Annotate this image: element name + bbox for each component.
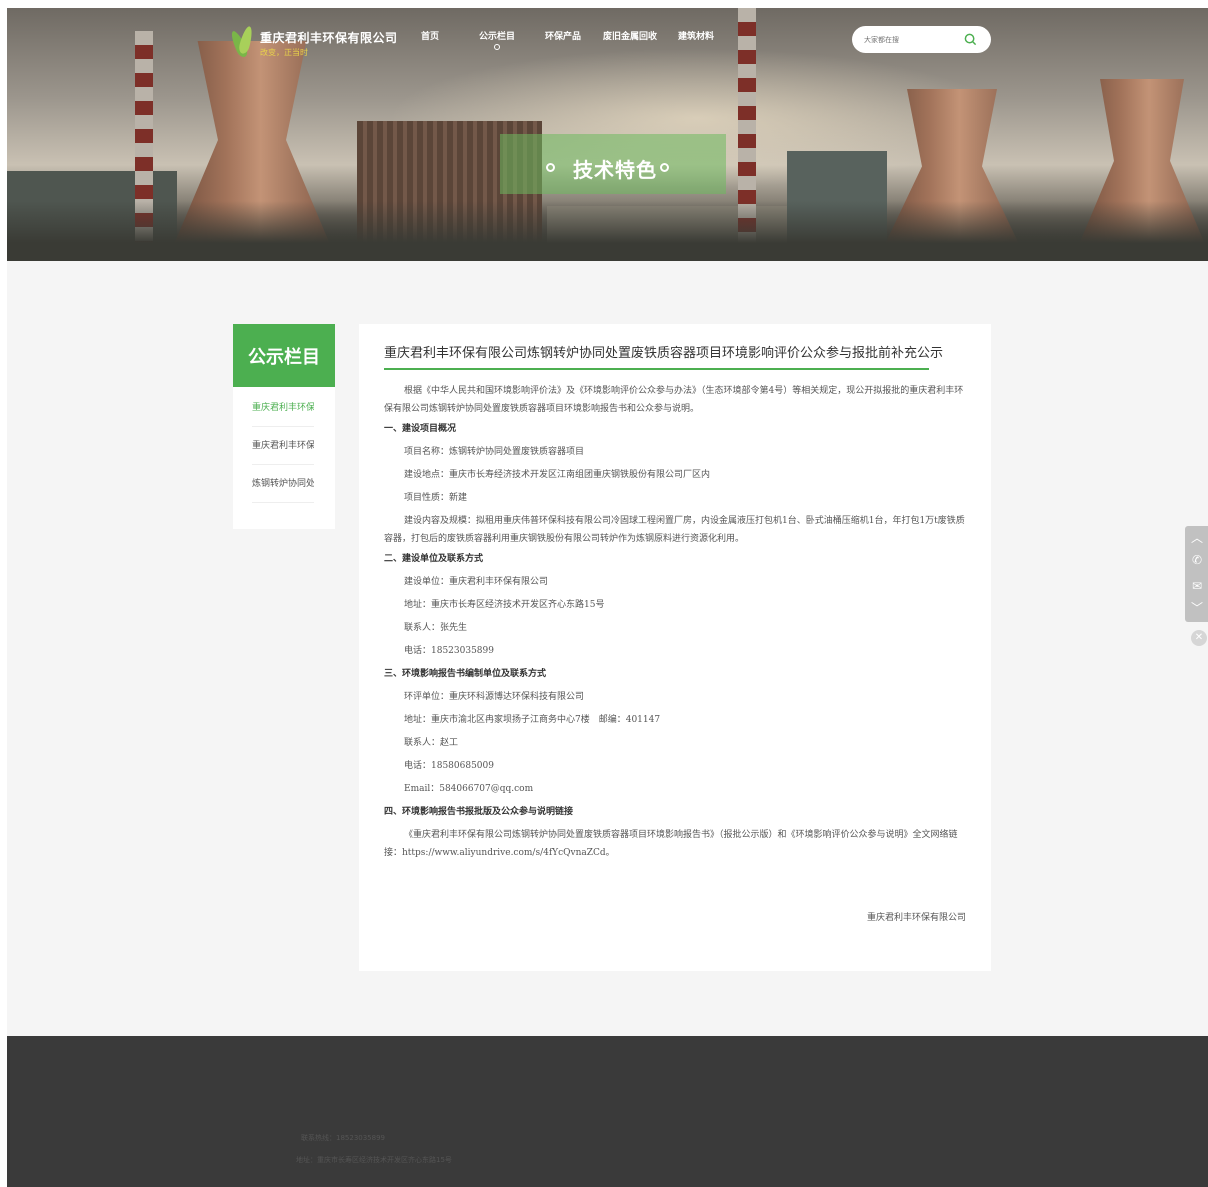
builder-contact: 联系人：张先生	[404, 623, 468, 633]
leaf-logo-icon	[228, 25, 255, 60]
eia-phone: 电话：18580685009	[404, 761, 494, 771]
article: 重庆君利丰环保有限公司炼钢转炉协同处置废铁质容器项目环境影响评价公众参与报批前补…	[359, 324, 991, 971]
project-name: 项目名称：炼钢转炉协同处置废铁质容器项目	[404, 447, 585, 457]
section-heading: 一、建设项目概况	[384, 424, 457, 434]
eia-email[interactable]: Email：584066707@qq.com	[384, 778, 969, 801]
project-nature: 项目性质：新建	[404, 493, 468, 503]
arrow-up-icon[interactable]: ︿	[1189, 530, 1205, 546]
builder-phone: 电话：18523035899	[404, 646, 494, 656]
section-heading: 三、环境影响报告书编制单位及联系方式	[384, 669, 547, 679]
builder-unit: 建设单位：重庆君利丰环保有限公司	[404, 577, 549, 587]
article-body: 根据《中华人民共和国环境影响评价法》及《环境影响评价公众参与办法》（生态环境部令…	[384, 382, 969, 862]
ring-icon	[660, 163, 669, 172]
banner-ground	[7, 201, 1208, 261]
page: 重庆君利丰环保有限公司 改变，正当时 首页 公示栏目 环保产品 废旧金属回收 建…	[7, 8, 1208, 1187]
floating-contact-bar: ︿ ✆ ✉ ﹀	[1185, 526, 1208, 622]
intro-paragraph: 根据《中华人民共和国环境影响评价法》及《环境影响评价公众参与办法》（生态环境部令…	[384, 386, 964, 414]
nav-building-materials[interactable]: 建筑材料	[678, 29, 738, 42]
eia-unit: 环评单位：重庆环科源博达环保科技有限公司	[404, 692, 585, 702]
arrow-down-icon[interactable]: ﹀	[1189, 600, 1205, 616]
sidebar-heading: 公示栏目	[233, 324, 335, 387]
site-logo[interactable]: 重庆君利丰环保有限公司 改变，正当时	[228, 25, 398, 60]
article-title: 重庆君利丰环保有限公司炼钢转炉协同处置废铁质容器项目环境影响评价公众参与报批前补…	[384, 346, 944, 361]
title-underline	[384, 368, 929, 370]
footer-hotline: 联系热线：18523035899	[301, 1134, 385, 1142]
section-heading: 二、建设单位及联系方式	[384, 554, 484, 564]
company-slogan: 改变，正当时	[260, 47, 308, 57]
company-name: 重庆君利丰环保有限公司	[260, 30, 398, 45]
main-nav: 首页 公示栏目 环保产品 废旧金属回收 建筑材料	[421, 29, 738, 50]
project-location: 建设地点：重庆市长寿经济技术开发区江南组团重庆钢铁股份有限公司厂区内	[404, 470, 711, 480]
project-content: 建设内容及规模：拟租用重庆伟普环保科技有限公司冷固球工程闲置厂房，内设金属液压打…	[384, 516, 965, 544]
nav-label: 公示栏目	[479, 32, 516, 42]
close-icon[interactable]: ✕	[1191, 630, 1207, 646]
report-link-paragraph[interactable]: 《重庆君利丰环保有限公司炼钢转炉协同处置废铁质容器项目环境影响报告书》（报批公示…	[384, 824, 969, 862]
mail-icon[interactable]: ✉	[1189, 578, 1205, 594]
phone-icon[interactable]: ✆	[1189, 552, 1205, 568]
sidebar-item-1[interactable]: 重庆君利丰环保	[252, 389, 314, 427]
banner-title-box: 技术特色	[500, 134, 726, 194]
nav-eco-products[interactable]: 环保产品	[545, 29, 603, 42]
banner: 重庆君利丰环保有限公司 改变，正当时 首页 公示栏目 环保产品 废旧金属回收 建…	[7, 8, 1208, 261]
eia-contact: 联系人：赵工	[404, 738, 459, 748]
nav-scrap-metal[interactable]: 废旧金属回收	[603, 29, 678, 42]
section-heading: 四、环境影响报告书报批版及公众参与说明链接	[384, 807, 574, 817]
search-input[interactable]	[864, 32, 954, 47]
signature: 重庆君利丰环保有限公司	[866, 913, 966, 923]
sidebar-item-2[interactable]: 重庆君利丰环保	[252, 427, 314, 465]
builder-address: 地址：重庆市长寿区经济技术开发区齐心东路15号	[404, 600, 605, 610]
footer-address: 地址：重庆市长寿区经济技术开发区齐心东路15号	[296, 1156, 452, 1164]
search-icon[interactable]	[964, 33, 977, 46]
eia-address: 地址：重庆市渝北区冉家坝扬子江商务中心7楼 邮编：401147	[404, 715, 661, 725]
nav-announcements[interactable]: 公示栏目	[479, 29, 545, 50]
search-box	[852, 26, 991, 53]
sidebar: 公示栏目 重庆君利丰环保 重庆君利丰环保 炼钢转炉协同处	[233, 324, 335, 529]
footer: 联系热线：18523035899 地址：重庆市长寿区经济技术开发区齐心东路15号	[7, 1036, 1208, 1187]
active-dot-icon	[494, 44, 500, 50]
sidebar-item-3[interactable]: 炼钢转炉协同处	[252, 465, 314, 503]
nav-home[interactable]: 首页	[421, 29, 479, 42]
